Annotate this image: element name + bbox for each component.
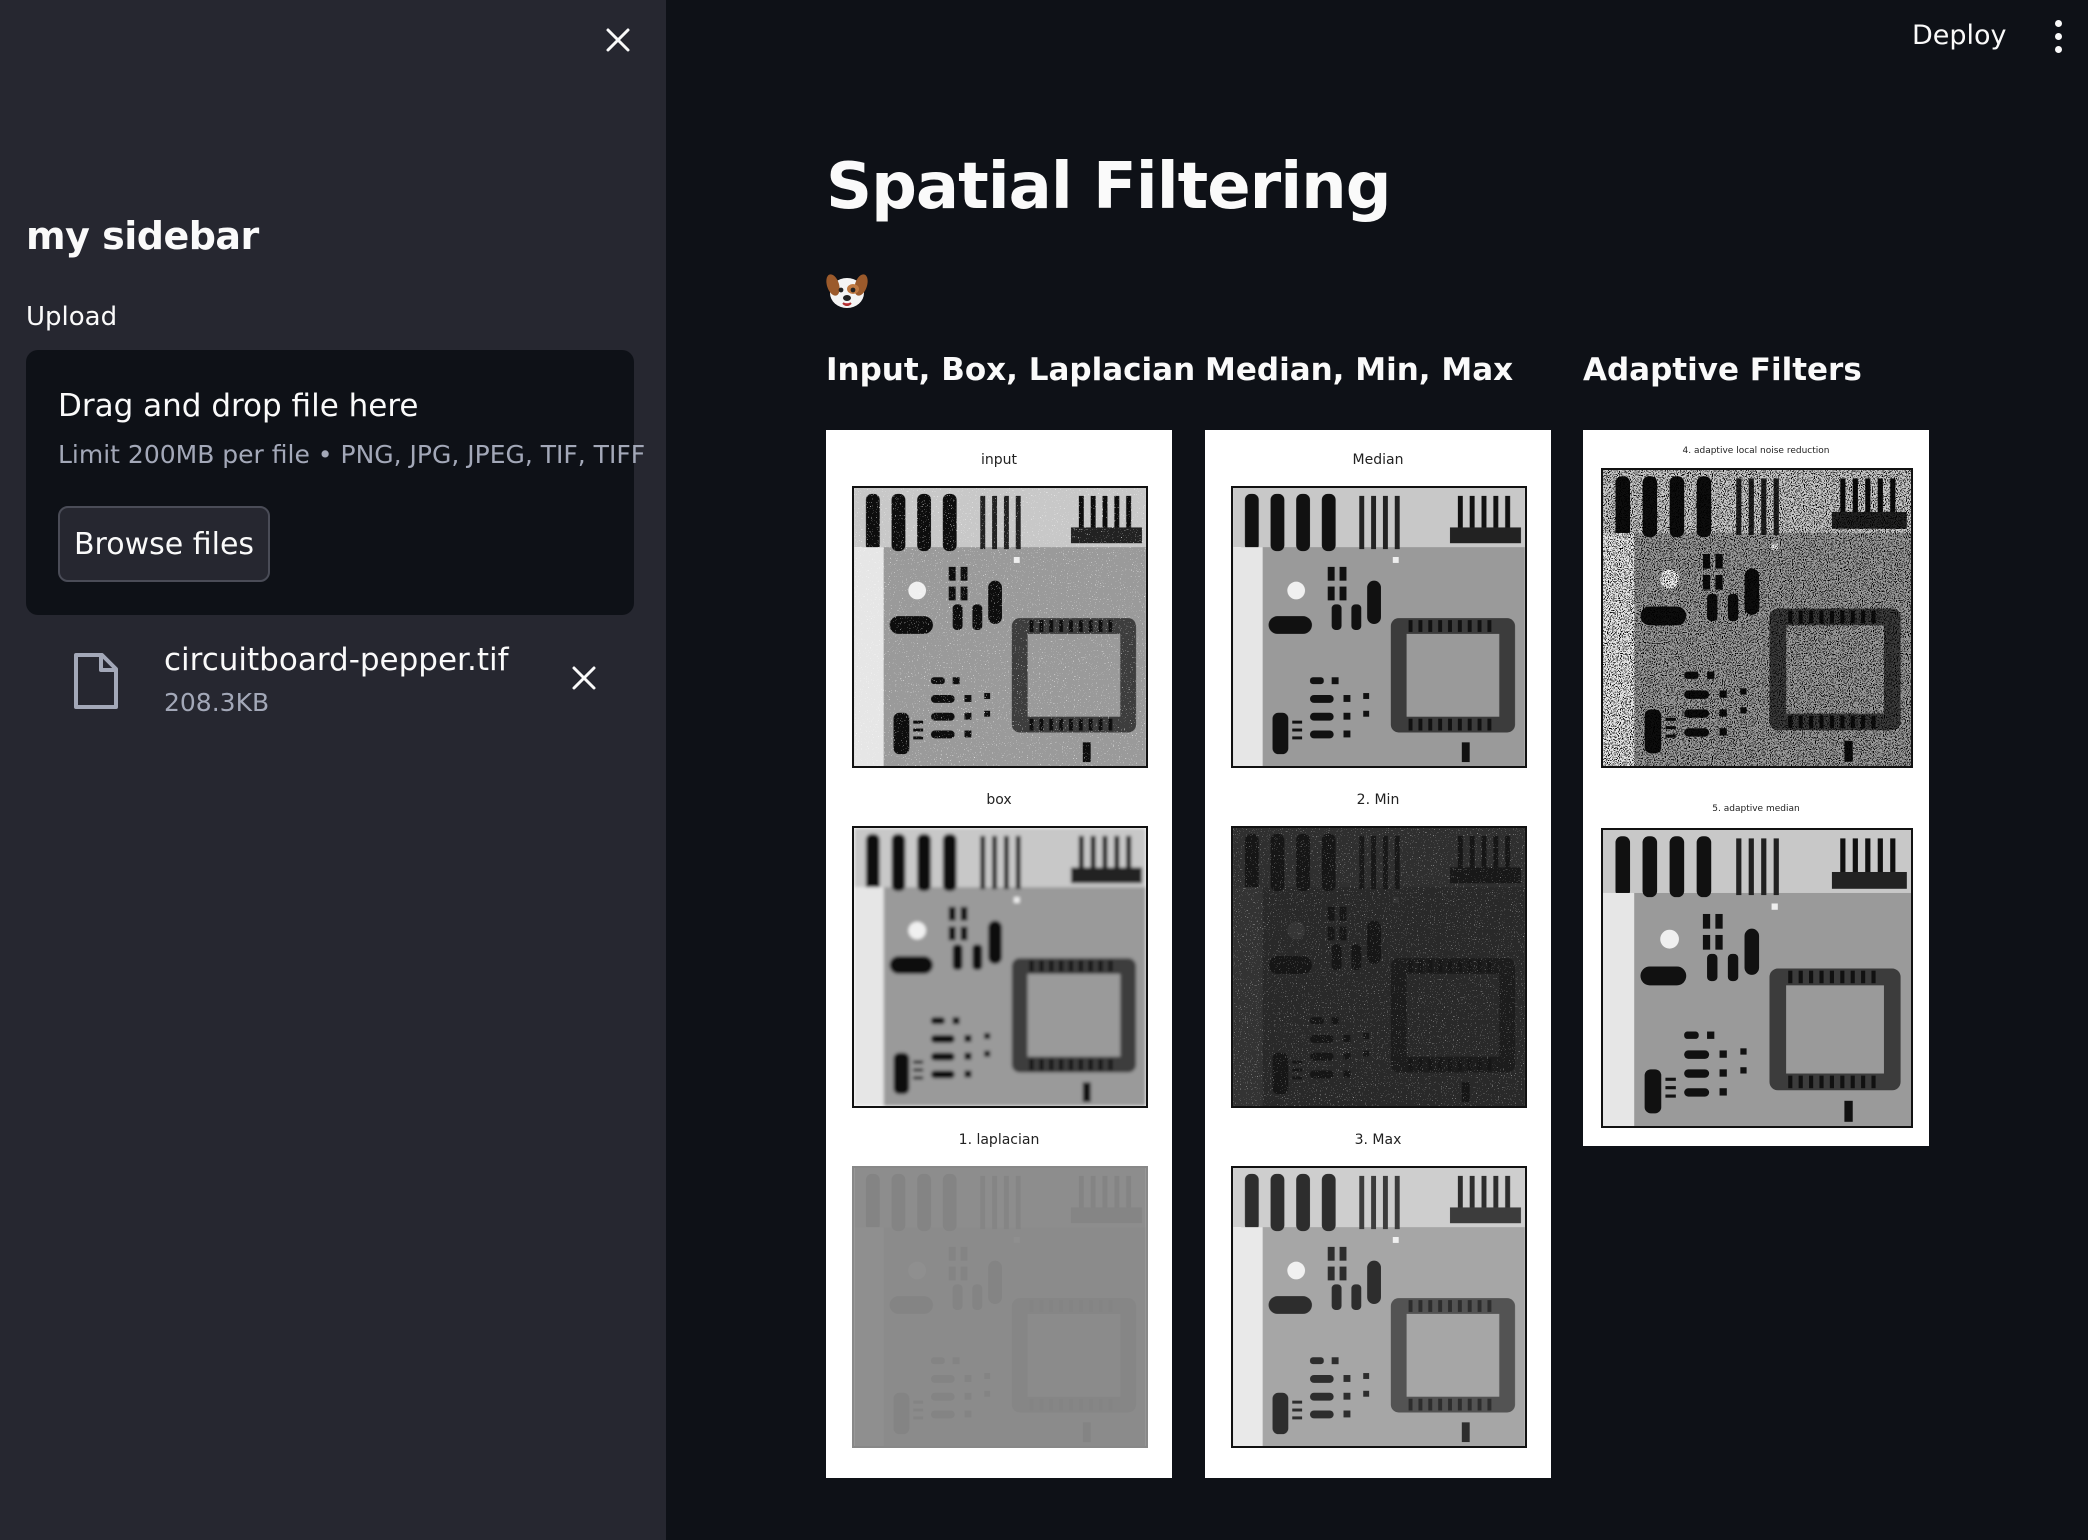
page-title: Spatial Filtering xyxy=(826,150,1391,224)
panel-title: 2. Min xyxy=(1356,792,1400,808)
dropzone-title: Drag and drop file here xyxy=(58,388,419,424)
adaptive-local-noise-image xyxy=(1601,468,1913,768)
panel-max: 3. Max xyxy=(1205,1110,1551,1478)
adaptive-median-image xyxy=(1601,828,1913,1128)
panel-adaptive-median: 5. adaptive median xyxy=(1583,790,1929,1146)
figure-adaptive-filters: 4. adaptive local noise reduction 5. ada… xyxy=(1583,430,1929,1146)
uploaded-file-item: circuitboard-pepper.tif 208.3KB xyxy=(26,640,634,730)
close-icon xyxy=(606,28,630,52)
panel-input: input xyxy=(826,430,1172,770)
figure-input-box-laplacian: input box 1. laplacian xyxy=(826,430,1172,1478)
max-filter-image xyxy=(1231,1166,1527,1448)
panel-title: 3. Max xyxy=(1354,1132,1402,1148)
file-dropzone[interactable]: Drag and drop file here Limit 200MB per … xyxy=(26,350,645,615)
app-root: my sidebar Upload Drag and drop file her… xyxy=(0,0,2088,1540)
figure-median-min-max: Median 2. Min 3. Max xyxy=(1205,430,1551,1478)
column-header-input-box-laplacian: Input, Box, Laplacian xyxy=(826,352,1196,388)
panel-title: Median xyxy=(1352,452,1404,468)
browse-files-button[interactable]: Browse files xyxy=(58,506,270,582)
laplacian-image xyxy=(852,1166,1148,1448)
panel-min: 2. Min xyxy=(1205,770,1551,1110)
dropzone-limit-text: Limit 200MB per file • PNG, JPG, JPEG, T… xyxy=(58,440,646,469)
panel-title: input xyxy=(980,452,1017,468)
deploy-button[interactable]: Deploy xyxy=(1900,12,2019,58)
panel-adaptive-local: 4. adaptive local noise reduction xyxy=(1583,430,1929,790)
remove-file-button[interactable] xyxy=(564,658,604,698)
uploaded-file-name: circuitboard-pepper.tif xyxy=(164,642,509,678)
file-icon xyxy=(74,653,118,709)
more-vertical-icon xyxy=(2054,19,2062,27)
input-image xyxy=(852,486,1148,768)
panel-title: box xyxy=(986,792,1012,808)
panel-title: 1. laplacian xyxy=(958,1132,1040,1148)
main-menu-button[interactable] xyxy=(2040,14,2076,58)
sidebar-close-button[interactable] xyxy=(598,20,638,60)
sidebar: my sidebar Upload Drag and drop file her… xyxy=(0,0,666,1540)
panel-title: 5. adaptive median xyxy=(1712,804,1800,814)
panel-box: box xyxy=(826,770,1172,1110)
min-filter-image xyxy=(1231,826,1527,1108)
dog-face-icon xyxy=(826,274,868,308)
panel-title: 4. adaptive local noise reduction xyxy=(1682,446,1830,456)
median-filter-image xyxy=(1231,486,1527,768)
upload-label: Upload xyxy=(26,302,118,332)
column-header-adaptive-filters: Adaptive Filters xyxy=(1583,352,1862,388)
sidebar-title: my sidebar xyxy=(26,214,259,258)
panel-laplacian: 1. laplacian xyxy=(826,1110,1172,1478)
box-filter-image xyxy=(852,826,1148,1108)
close-icon xyxy=(572,666,596,690)
uploaded-file-size: 208.3KB xyxy=(164,688,270,717)
panel-median: Median xyxy=(1205,430,1551,770)
column-header-median-min-max: Median, Min, Max xyxy=(1205,352,1514,388)
